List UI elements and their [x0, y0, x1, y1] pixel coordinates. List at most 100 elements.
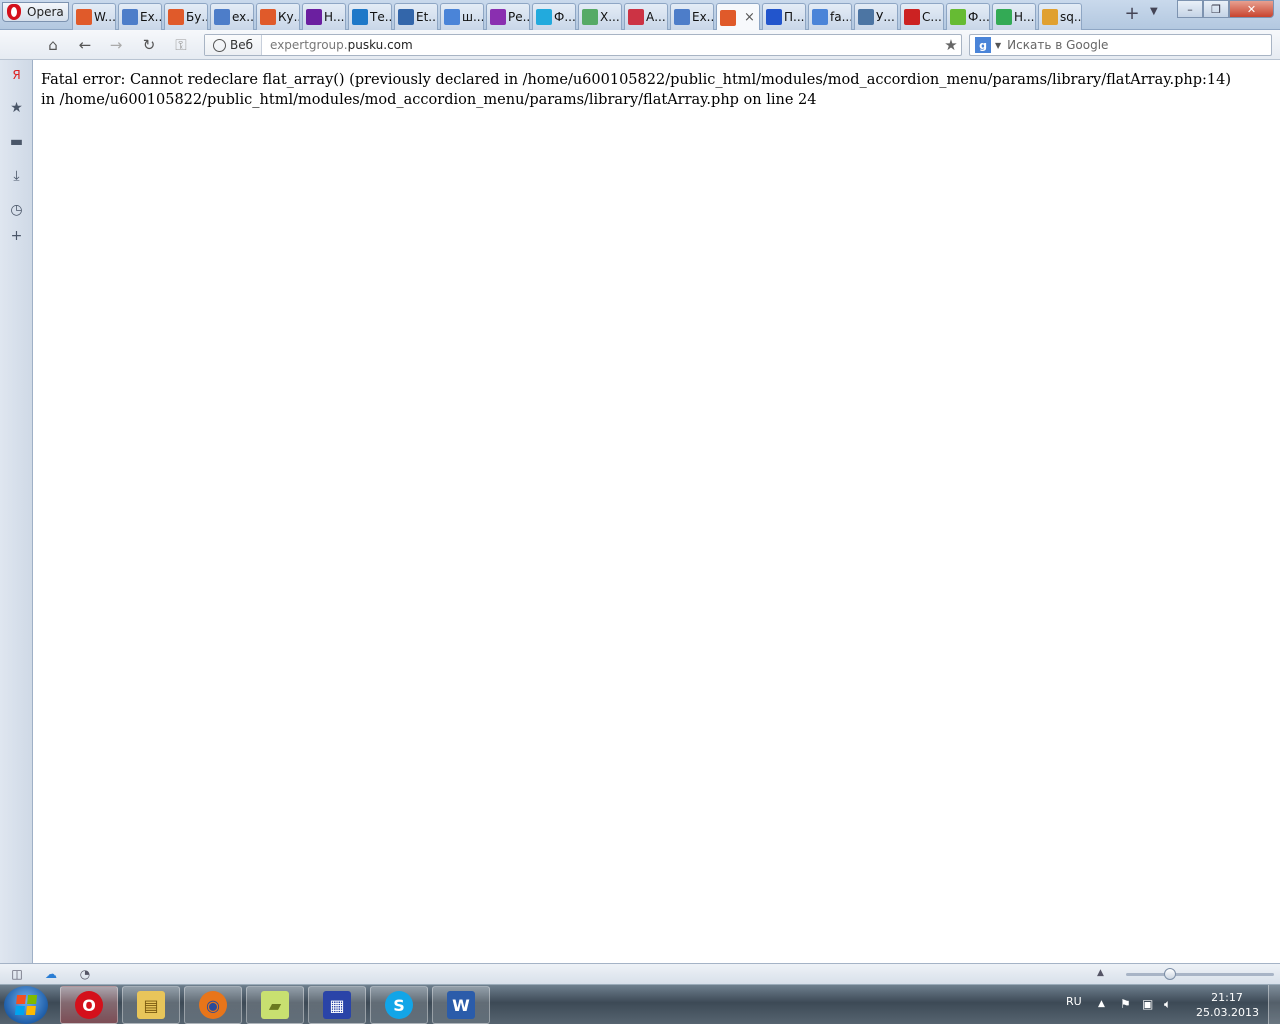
forward-icon[interactable]: →	[107, 36, 125, 54]
tab-label: С...	[922, 10, 942, 24]
tab-label: ex...	[232, 10, 254, 24]
browser-tab[interactable]: Ф...	[946, 3, 990, 30]
close-window-button[interactable]: ✕	[1229, 0, 1274, 18]
opera-logo-icon	[7, 4, 21, 20]
browser-tab[interactable]: Н...	[302, 3, 346, 30]
zoom-slider-handle[interactable]	[1164, 968, 1177, 980]
search-engine-dropdown-icon[interactable]: ▼	[995, 41, 1001, 50]
tab-menu-chevron-icon[interactable]: ▼	[1150, 6, 1158, 17]
view-options-icon[interactable]: ▲	[1097, 968, 1104, 978]
opera-menu-button[interactable]: Opera	[2, 2, 69, 22]
new-tab-button[interactable]: +	[1122, 4, 1142, 24]
joomla-icon	[720, 9, 736, 26]
volume-icon[interactable]: 🔈︎	[1164, 997, 1171, 1012]
skype-icon: S	[385, 991, 413, 1019]
taskbar-sticky-notes-button[interactable]: ▰	[246, 986, 304, 1024]
globe-icon	[628, 9, 644, 25]
browser-tab[interactable]: Et...	[394, 3, 438, 30]
clock[interactable]: 21:17 25.03.2013	[1196, 990, 1259, 1020]
opera-link-cloud-icon[interactable]: ☁	[43, 966, 59, 982]
home-icon[interactable]: ⌂	[44, 36, 62, 54]
url-text[interactable]: expertgroup.pusku.com	[262, 38, 941, 52]
pma-icon	[1042, 9, 1058, 25]
browser-tab[interactable]: ×	[716, 3, 760, 31]
network-icon[interactable]: ▣	[1142, 997, 1153, 1011]
taskbar-firefox-button[interactable]: ◉	[184, 986, 242, 1024]
tab-label: Н...	[324, 10, 345, 24]
tab-label: Ex...	[692, 10, 714, 24]
status-bar: ◫ ☁ ◔ ▲	[0, 963, 1280, 984]
taskbar-skype-button[interactable]: S	[370, 986, 428, 1024]
browser-tab[interactable]: sq...	[1038, 3, 1082, 30]
bookmarks-icon[interactable]: ★	[8, 100, 25, 117]
tab-label: Ф...	[968, 10, 990, 24]
bookmark-star-icon[interactable]: ★	[941, 36, 961, 54]
reload-icon[interactable]: ↻	[140, 36, 158, 54]
search-placeholder: Искать в Google	[1007, 38, 1109, 52]
notes-icon[interactable]: ▬	[8, 134, 25, 151]
taskbar-opera-button[interactable]: O	[60, 986, 118, 1024]
tab-label: Et...	[416, 10, 438, 24]
tab-label: А...	[646, 10, 666, 24]
tab-label: fa...	[830, 10, 852, 24]
tab-label: Бу...	[186, 10, 207, 24]
action-center-flag-icon[interactable]: ⚑	[1120, 997, 1131, 1011]
browser-tab[interactable]: Ре...	[486, 3, 530, 30]
close-tab-icon[interactable]: ×	[744, 10, 755, 25]
tab-label: Х...	[600, 10, 620, 24]
browser-tab[interactable]: Ф...	[532, 3, 576, 30]
tab-bar: Opera W... Ex... Бу... ex... Ку... Н... Те... E…	[0, 0, 1280, 31]
browser-tab[interactable]: П...	[762, 3, 806, 30]
show-desktop-button[interactable]	[1268, 985, 1280, 1025]
browser-tab[interactable]: Х...	[578, 3, 622, 30]
restore-button[interactable]: ❐	[1203, 0, 1229, 18]
browser-tab[interactable]: Н...	[992, 3, 1036, 30]
search-field[interactable]: g ▼ Искать в Google	[969, 34, 1272, 56]
start-button[interactable]	[4, 986, 48, 1024]
panel-toggle-icon[interactable]: ◫	[9, 966, 25, 982]
joomla-icon	[76, 9, 92, 25]
taskbar-save-button[interactable]: ▦	[308, 986, 366, 1024]
windows-taskbar: O ▤ ◉ ▰ ▦ S W RU ▲ ⚑ ▣ 🔈︎ 21:17 25.03.2013	[0, 984, 1280, 1025]
security-badge[interactable]: Веб	[205, 35, 263, 55]
browser-tab[interactable]: Ex...	[118, 3, 162, 30]
downloads-icon[interactable]: ⤓	[8, 168, 25, 185]
clock-date: 25.03.2013	[1196, 1006, 1259, 1019]
xml-icon	[214, 9, 230, 25]
tab-label: W...	[94, 10, 116, 24]
add-panel-icon[interactable]: +	[8, 228, 25, 245]
browser-tab[interactable]: С...	[900, 3, 944, 30]
browser-tab[interactable]: У...	[854, 3, 898, 30]
joomla-icon	[260, 9, 276, 25]
wand-key-icon[interactable]: ⚿	[172, 36, 190, 54]
navigation-bar: ⌂ ← → ↻ ⚿ Веб expertgroup.pusku.com ★ g …	[0, 30, 1280, 60]
browser-tab[interactable]: Бу...	[164, 3, 208, 30]
tab-label: У...	[876, 10, 895, 24]
browser-tab[interactable]: Ex...	[670, 3, 714, 30]
language-indicator[interactable]: RU	[1066, 995, 1082, 1008]
browser-tab[interactable]: ш...	[440, 3, 484, 30]
history-icon[interactable]: ◷	[8, 202, 25, 219]
yandex-icon[interactable]: Я	[8, 67, 25, 84]
tab-label: Ку...	[278, 10, 299, 24]
yahoo-icon	[306, 9, 322, 25]
panel-sidebar: Я ★ ▬ ⤓ ◷ +	[0, 60, 33, 963]
globe-icon	[213, 38, 226, 52]
taskbar-word-button[interactable]: W	[432, 986, 490, 1024]
browser-tab[interactable]: А...	[624, 3, 668, 30]
back-icon[interactable]: ←	[76, 36, 94, 54]
xml-icon	[674, 9, 690, 25]
turbo-gauge-icon[interactable]: ◔	[77, 966, 93, 982]
browser-tab[interactable]: Ку...	[256, 3, 300, 30]
zoom-slider[interactable]	[1126, 973, 1274, 976]
taskbar-explorer-button[interactable]: ▤	[122, 986, 180, 1024]
firefox-icon: ◉	[199, 991, 227, 1019]
browser-tab[interactable]: ex...	[210, 3, 254, 30]
browser-tab[interactable]: Те...	[348, 3, 392, 30]
browser-tab[interactable]: W...	[72, 3, 116, 30]
browser-tab[interactable]: fa...	[808, 3, 852, 30]
address-bar[interactable]: Веб expertgroup.pusku.com ★	[204, 34, 962, 56]
show-hidden-icons-icon[interactable]: ▲	[1098, 999, 1105, 1009]
minimize-button[interactable]: –	[1177, 0, 1203, 18]
google-search-engine-icon[interactable]: g	[975, 37, 991, 53]
